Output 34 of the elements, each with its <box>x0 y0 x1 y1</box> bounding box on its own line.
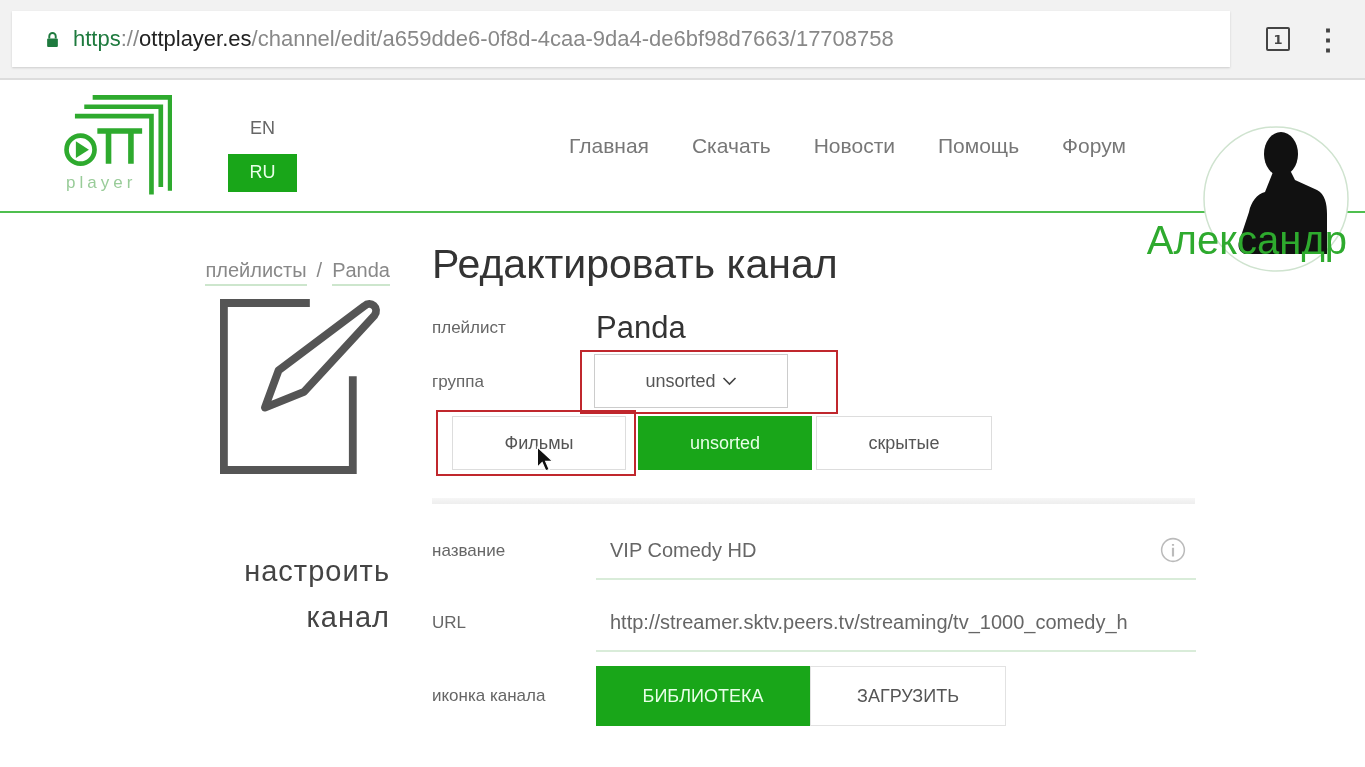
playlist-name: Panda <box>596 310 686 346</box>
field-label: группа <box>432 372 485 392</box>
nav-link[interactable]: Главная <box>569 133 649 158</box>
section-caption: настроить <box>244 554 390 589</box>
group-option[interactable]: unsorted <box>638 416 812 470</box>
text-field[interactable]: http://streamer.sktv.peers.tv/streaming/tv_1000_comedy_h <box>596 594 1196 652</box>
breadcrumb-separator: / <box>316 259 323 283</box>
group-dropdown[interactable]: unsorted <box>594 354 788 408</box>
section-caption: канал <box>306 600 390 635</box>
field-label: URL <box>432 613 467 633</box>
nav-link[interactable]: Форум <box>1062 133 1126 158</box>
icon-source-tab[interactable]: ЗАГРУЗИТЬ <box>810 666 1006 726</box>
group-option[interactable]: скрытые <box>816 416 992 470</box>
nav-link[interactable]: Новости <box>813 133 895 158</box>
field-label: название <box>432 541 507 561</box>
tab-count-button[interactable]: 1 <box>1266 27 1290 51</box>
field-label: плейлист <box>432 318 507 338</box>
text-field[interactable]: VIP Comedy HD <box>596 522 1196 580</box>
group-option[interactable]: Фильмы <box>452 416 626 470</box>
field-label: иконка канала <box>432 686 547 706</box>
nav-link[interactable]: Скачать <box>691 133 771 158</box>
address-bar[interactable]: https://ottplayer.es/channel/edit/a659dde6-0f8d-4caa-9da4-de6bf98d7663/17708758 <box>12 11 1230 67</box>
page-title: Редактировать канал <box>432 241 838 288</box>
menu-button[interactable]: ⋮ <box>1310 22 1346 56</box>
nav-link[interactable]: Помощь <box>938 133 1020 158</box>
language-button[interactable]: EN <box>228 109 297 148</box>
breadcrumb-link[interactable]: плейлисты <box>205 259 307 286</box>
language-button[interactable]: RU <box>228 153 297 192</box>
caret-icon <box>721 376 737 386</box>
icon-source-tab[interactable]: БИБЛИОТЕКА <box>596 666 810 726</box>
url-text: https://ottplayer.es/channel/edit/a659dde6-0f8d-4caa-9da4-de6bf98d7663/17708758 <box>73 26 894 52</box>
breadcrumb-link[interactable]: Panda <box>332 259 390 286</box>
lock-icon <box>46 31 59 47</box>
logo-text: player <box>66 172 137 193</box>
